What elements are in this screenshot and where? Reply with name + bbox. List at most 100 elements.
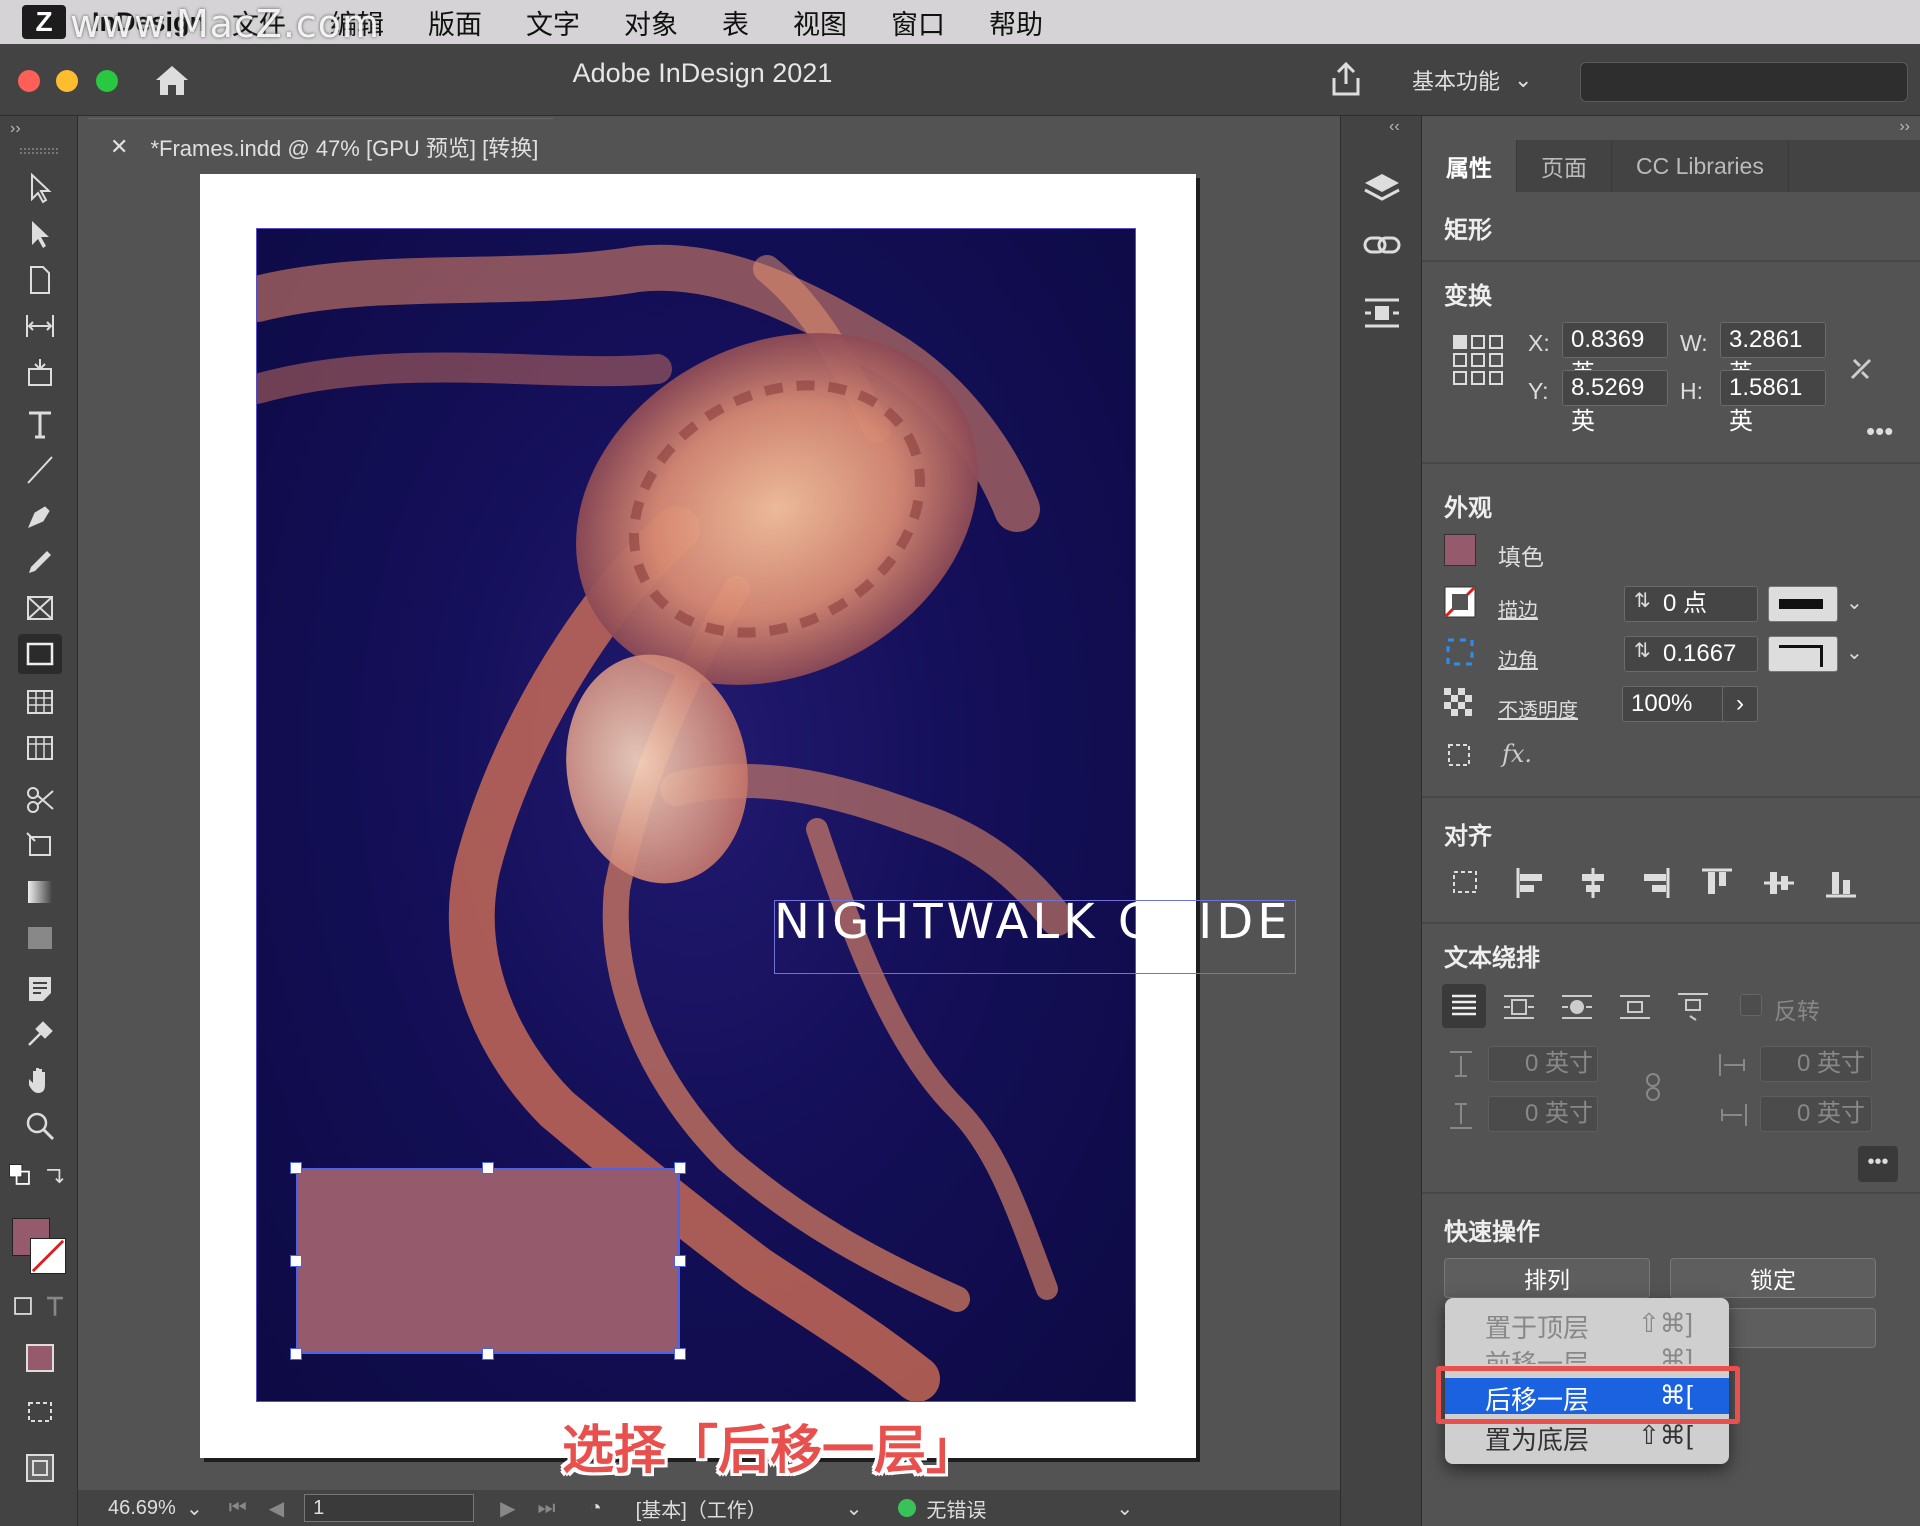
lock-button[interactable]: 锁定 [1670,1258,1876,1298]
links-icon[interactable] [1361,224,1403,266]
bottom-offset-field[interactable]: 0 英寸 [1488,1096,1598,1132]
jump-to-next-column-icon[interactable] [1676,990,1710,1024]
pencil-tool-icon[interactable] [18,542,62,582]
cover-title[interactable]: NIGHTWALK GUIDE [774,894,1296,950]
stroke-type-dropdown[interactable] [1768,586,1838,622]
collapse-dock-icon[interactable]: ‹‹ [1389,118,1400,136]
menu-layout[interactable]: 版面 [428,3,482,42]
chevron-down-icon[interactable]: ⌄ [1116,1496,1133,1521]
gradient-feather-tool-icon[interactable] [18,918,62,958]
collapse-panel-icon[interactable]: ›› [1899,118,1910,136]
align-right-icon[interactable] [1638,866,1672,900]
gap-tool-icon[interactable] [18,306,62,346]
arrange-button[interactable]: 排列 [1444,1258,1650,1298]
corner-options-icon[interactable] [1444,636,1476,668]
chevron-down-icon[interactable]: ⌄ [1846,640,1863,665]
scissors-tool-icon[interactable] [18,780,62,820]
page-tool-icon[interactable] [18,260,62,300]
tab-pages[interactable]: 页面 [1517,140,1612,192]
menu-type[interactable]: 文字 [526,3,580,42]
x-position-field[interactable]: 0.8369 英 [1562,322,1668,387]
line-tool-icon[interactable] [18,450,62,490]
next-page-icon[interactable]: ▶ [500,1496,515,1521]
table-tool-icon[interactable] [18,682,62,722]
tab-cc-libraries[interactable]: CC Libraries [1612,140,1789,192]
collapse-toolbar-icon[interactable]: ›› [10,120,21,138]
resize-handle-top-right[interactable] [674,1162,686,1174]
fill-label[interactable]: 填色 [1498,538,1544,572]
content-collector-tool-icon[interactable] [18,352,62,392]
resize-handle-top-left[interactable] [290,1162,302,1174]
resize-handle-left[interactable] [290,1255,302,1267]
menu-item-bring-forward[interactable]: 前移一层 ⌘] [1445,1342,1729,1364]
make-all-settings-same-icon[interactable] [1636,1070,1670,1104]
stroke-swatch[interactable] [30,1238,66,1274]
fill-color-swatch[interactable] [1444,534,1476,566]
wrap-around-bounding-box-icon[interactable] [1502,990,1536,1024]
menu-window[interactable]: 窗口 [891,3,945,42]
align-left-icon[interactable] [1514,866,1548,900]
layers-icon[interactable] [1361,168,1403,210]
default-colors-icon[interactable] [6,1156,36,1196]
opacity-field[interactable]: 100% [1622,686,1734,722]
type-tool-icon[interactable] [18,404,62,444]
no-wrap-button[interactable] [1442,984,1486,1028]
reference-point-icon[interactable] [1452,334,1504,386]
rectangle-tool-icon[interactable] [18,634,62,674]
resize-handle-top[interactable] [482,1162,494,1174]
align-horizontal-center-icon[interactable] [1576,866,1610,900]
selection-tool-icon[interactable] [18,168,62,208]
gradient-swatch-tool-icon[interactable] [18,872,62,912]
left-offset-field[interactable]: 0 英寸 [1760,1046,1872,1082]
document-canvas[interactable]: NIGHTWALK GUIDE [78,174,1410,1526]
formatting-text-icon[interactable] [40,1286,70,1326]
right-offset-field[interactable]: 0 英寸 [1760,1096,1872,1132]
toolbar-grip[interactable] [20,148,58,154]
app-logo-icon[interactable]: Z [22,5,66,39]
eyedropper-tool-icon[interactable] [18,1014,62,1054]
resize-handle-bottom-left[interactable] [290,1348,302,1360]
screen-mode-icon[interactable] [18,1448,62,1488]
menu-item-bring-to-front[interactable]: 置于顶层 ⇧⌘] [1445,1306,1729,1343]
first-page-icon[interactable]: ⏮ [229,1497,247,1520]
preflight-profile[interactable]: [基本]（工作） [636,1494,836,1523]
resize-handle-bottom[interactable] [482,1348,494,1360]
previous-page-icon[interactable]: ◀ [269,1496,284,1521]
menu-table[interactable]: 表 [722,3,749,42]
hand-tool-icon[interactable] [18,1060,62,1100]
note-tool-icon[interactable] [18,968,62,1008]
text-wrap-panel-icon[interactable] [1361,292,1403,334]
align-top-icon[interactable] [1700,866,1734,900]
rectangle-frame-tool-icon[interactable] [18,588,62,628]
menu-view[interactable]: 视图 [793,3,847,42]
workspace-switcher[interactable]: 基本功能 ⌄ [1412,64,1532,96]
resize-handle-right[interactable] [674,1255,686,1267]
align-bottom-icon[interactable] [1824,866,1858,900]
height-field[interactable]: 1.5861 英 [1720,370,1826,435]
menu-help[interactable]: 帮助 [989,3,1043,42]
selected-rectangle[interactable] [296,1168,680,1354]
stepper-icon[interactable]: ⇅ [1634,588,1651,613]
chevron-right-icon[interactable]: › [1722,686,1758,722]
chevron-down-icon[interactable]: ⌄ [846,1496,863,1521]
align-to-selection-icon[interactable] [1450,866,1484,900]
effects-frame-icon[interactable] [1446,742,1474,770]
invert-checkbox[interactable] [1740,994,1762,1016]
chevron-down-icon[interactable]: ⌄ [1846,590,1863,615]
stroke-color-swatch[interactable] [1444,586,1476,618]
free-transform-tool-icon[interactable] [18,826,62,866]
y-position-field[interactable]: 8.5269 英 [1562,370,1668,435]
constrain-proportions-icon[interactable] [1844,352,1878,386]
jump-object-icon[interactable] [1618,990,1652,1024]
pen-tool-icon[interactable] [18,496,62,536]
preflight-icon[interactable]: ◔ [590,1497,602,1520]
apply-color-icon[interactable] [18,1338,62,1378]
formatting-container-icon[interactable] [8,1286,38,1326]
page-number-field[interactable]: 1 [304,1494,475,1522]
zoom-tool-icon[interactable] [18,1106,62,1146]
document-page[interactable]: NIGHTWALK GUIDE [200,174,1296,1458]
normal-mode-icon[interactable] [18,1392,62,1432]
swap-colors-icon[interactable] [40,1156,70,1196]
fx-icon[interactable]: fx. [1502,740,1532,768]
stroke-label[interactable]: 描边 [1498,594,1538,623]
